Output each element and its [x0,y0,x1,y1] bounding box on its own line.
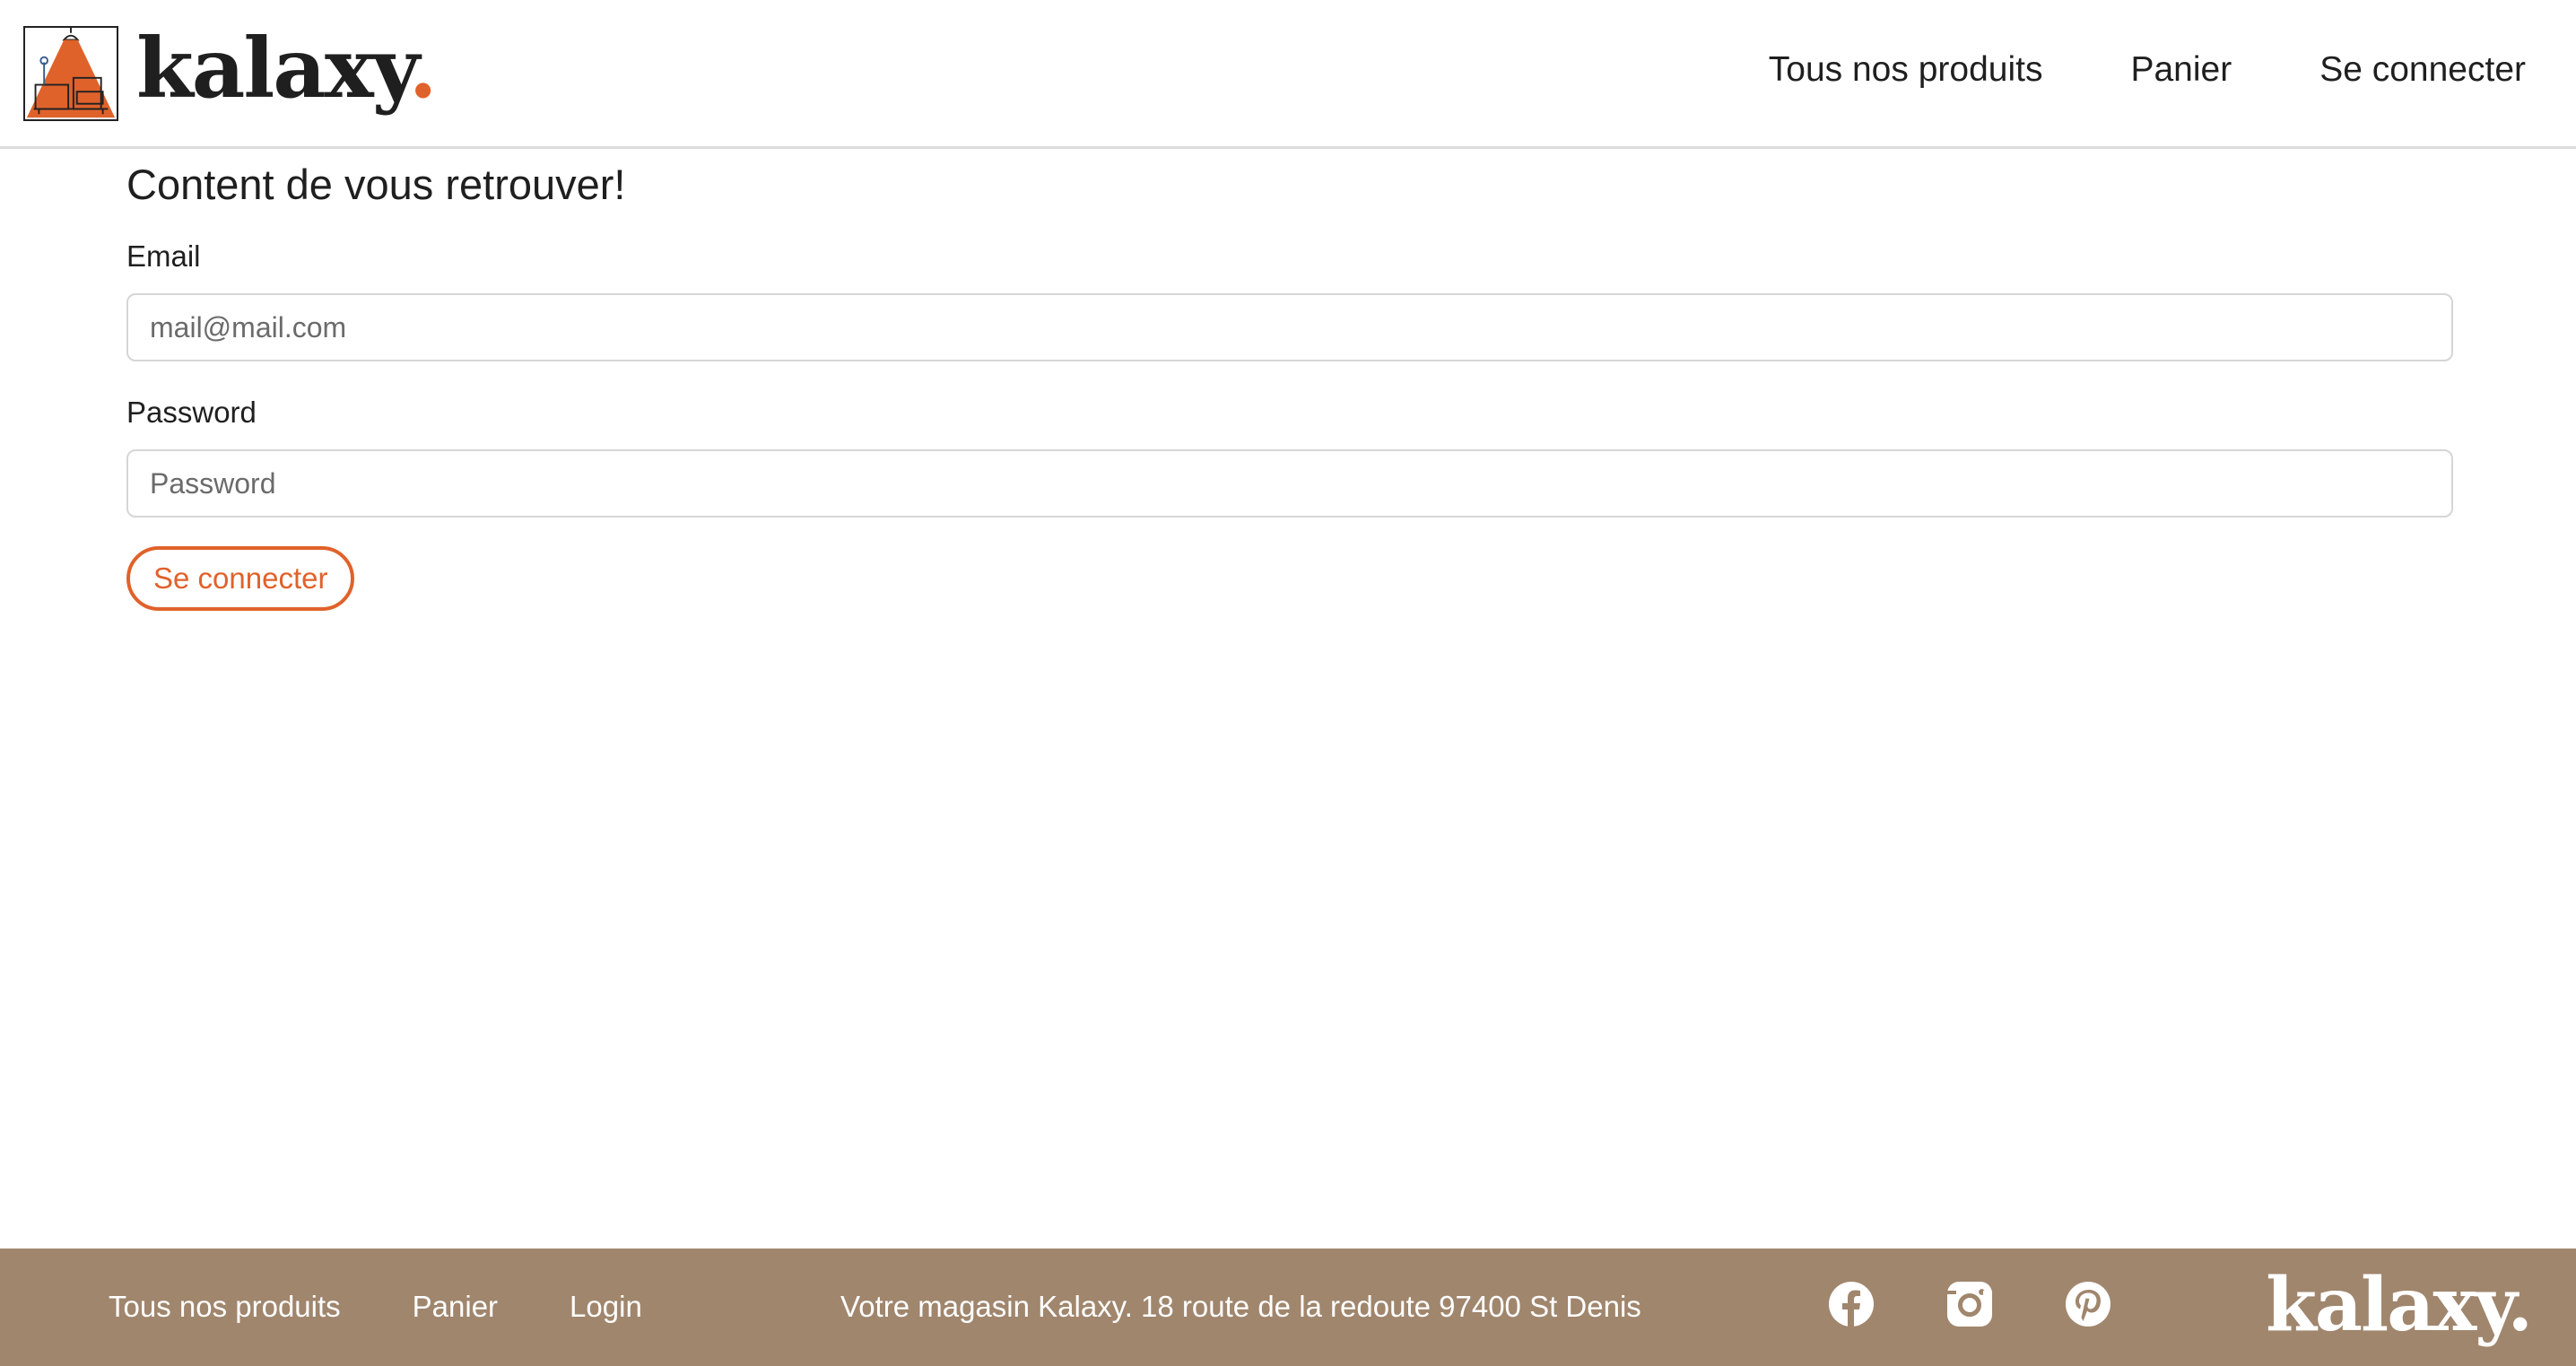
nav-link-login[interactable]: Se connecter [2319,50,2526,90]
logo-illustration-icon [23,26,118,121]
pinterest-icon[interactable] [2065,1281,2111,1327]
nav-link-cart[interactable]: Panier [2130,50,2232,90]
email-input[interactable] [126,293,2453,361]
login-section: Content de vous retrouver! Email Passwor… [126,160,2453,611]
site-header: kalaxy. Tous nos produits Panier Se conn… [0,0,2576,149]
login-form: Email Password Se connecter [126,239,2453,611]
home-logo-link[interactable]: kalaxy. [23,25,438,122]
store-address: Votre magasin Kalaxy. 18 route de la red… [840,1290,1641,1323]
logo-dot: . [408,20,438,117]
main-nav: Tous nos produits Panier Se connecter [1769,50,2526,90]
email-label: Email [126,239,201,273]
login-submit-button[interactable]: Se connecter [126,546,355,611]
password-label: Password [126,396,257,429]
password-input[interactable] [126,449,2453,518]
logo-wordmark: kalaxy. [136,27,438,109]
instagram-icon[interactable] [1946,1281,1993,1327]
logo-text: kalaxy [136,20,411,117]
footer-nav: Tous nos produits Panier Login [109,1290,642,1324]
site-footer: Tous nos produits Panier Login Votre mag… [0,1249,2576,1366]
social-links [1828,1281,2111,1327]
footer-link-cart[interactable]: Panier [413,1290,498,1324]
page-title: Content de vous retrouver! [126,161,626,208]
facebook-icon[interactable] [1828,1281,1875,1327]
nav-link-products[interactable]: Tous nos produits [1769,50,2043,90]
footer-link-login[interactable]: Login [570,1290,642,1324]
footer-link-products[interactable]: Tous nos produits [109,1290,341,1324]
footer-logo[interactable]: kalaxy. [2266,1268,2533,1342]
